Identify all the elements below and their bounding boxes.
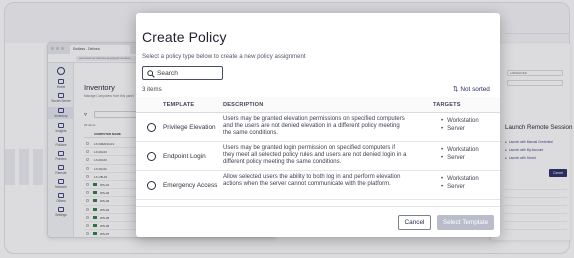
template-targets: Workstation Server: [441, 118, 479, 133]
create-policy-dialog: Create Policy Select a policy type below…: [136, 13, 500, 237]
table-header: TEMPLATE DESCRIPTION TARGETS: [136, 97, 500, 113]
dialog-footer: Cancel Select Template: [136, 206, 500, 237]
target-item: Workstation: [441, 176, 479, 184]
template-name: Emergency Access: [163, 182, 218, 189]
column-description[interactable]: DESCRIPTION: [223, 102, 263, 108]
table-row-privilege-elevation[interactable]: Privilege Elevation Users may be granted…: [136, 113, 500, 142]
target-item: Server: [441, 126, 479, 134]
table-row-emergency-access[interactable]: Emergency Access Allow selected users th…: [136, 171, 500, 200]
sort-icon: ⇅: [453, 86, 459, 93]
template-radio[interactable]: [147, 123, 156, 132]
template-targets: Workstation Server: [441, 147, 479, 162]
sort-toggle[interactable]: ⇅ Not sorted: [453, 85, 490, 93]
search-box[interactable]: [142, 66, 223, 80]
template-description: Users may be granted login permission on…: [223, 145, 407, 165]
template-name: Privilege Elevation: [163, 124, 216, 131]
dialog-description: Select a policy type below to create a n…: [142, 53, 306, 60]
template-description: Users may be granted elevation permissio…: [223, 116, 405, 136]
target-item: Server: [441, 155, 479, 163]
template-radio[interactable]: [147, 152, 156, 161]
search-icon: [147, 70, 155, 78]
target-item: Server: [441, 184, 479, 192]
select-template-button[interactable]: Select Template: [437, 215, 494, 230]
table-row-endpoint-login[interactable]: Endpoint Login Users may be granted logi…: [136, 142, 500, 171]
item-count: 3 items: [142, 86, 162, 93]
template-description: Allow selected users the ability to both…: [223, 174, 401, 187]
template-targets: Workstation Server: [441, 176, 479, 191]
column-targets[interactable]: TARGETS: [433, 102, 461, 108]
dialog-title: Create Policy: [142, 29, 227, 45]
column-template[interactable]: TEMPLATE: [163, 102, 194, 108]
target-item: Workstation: [441, 118, 479, 126]
template-name: Endpoint Login: [163, 153, 206, 160]
template-radio[interactable]: [147, 181, 156, 190]
search-input[interactable]: [157, 68, 221, 78]
target-item: Workstation: [441, 147, 479, 155]
cancel-button[interactable]: Cancel: [398, 215, 431, 230]
